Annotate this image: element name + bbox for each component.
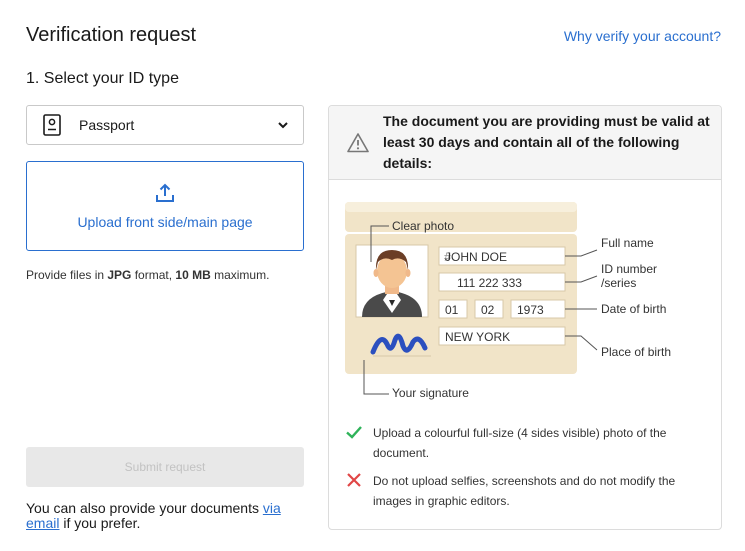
submit-request-button[interactable]: Submit request	[26, 447, 304, 487]
id-type-select[interactable]: Passport	[26, 105, 304, 145]
card-name-value: JOHN DOE	[445, 250, 508, 264]
label-id-series: /series	[601, 276, 637, 290]
upload-label: Upload front side/main page	[77, 214, 253, 230]
email-alternative-text: You can also provide your documents via …	[26, 500, 281, 531]
chevron-down-icon	[277, 119, 289, 131]
page-title: Verification request	[26, 24, 197, 46]
file-requirements-hint: Provide files in JPG format, 10 MB maxim…	[26, 268, 270, 282]
label-clear-photo: Clear photo	[392, 219, 455, 233]
upload-front-button[interactable]: Upload front side/main page	[26, 161, 304, 251]
step-title: 1. Select your ID type	[26, 70, 179, 87]
rule-dont: Do not upload selfies, screenshots and d…	[345, 471, 695, 511]
warning-icon	[347, 132, 369, 154]
id-type-selected-value: Passport	[79, 117, 135, 133]
cross-icon	[345, 471, 363, 489]
card-dob-year: 1973	[517, 303, 544, 317]
check-icon	[345, 423, 363, 441]
label-id-number: ID number	[601, 262, 658, 276]
rule-do-text: Upload a colourful full-size (4 sides vi…	[373, 426, 667, 460]
card-place-value: NEW YORK	[445, 330, 511, 344]
label-place-of-birth: Place of birth	[601, 345, 672, 359]
upload-icon	[154, 182, 176, 204]
passport-icon	[41, 114, 63, 136]
label-date-of-birth: Date of birth	[601, 302, 667, 316]
card-dob-month: 02	[481, 303, 495, 317]
requirements-panel: The document you are providing must be v…	[328, 105, 722, 530]
card-dob-day: 01	[445, 303, 459, 317]
card-id-value: 111 222 333	[457, 276, 522, 290]
id-card-illustration: # JOHN DOE 111 222 333 01 02 1973 NEW YO…	[329, 194, 721, 404]
rule-do: Upload a colourful full-size (4 sides vi…	[345, 423, 695, 463]
why-verify-link[interactable]: Why verify your account?	[564, 28, 721, 44]
requirements-heading: The document you are providing must be v…	[383, 113, 710, 171]
label-signature: Your signature	[392, 386, 469, 400]
rule-dont-text: Do not upload selfies, screenshots and d…	[373, 474, 676, 508]
label-full-name: Full name	[601, 236, 654, 250]
requirements-header: The document you are providing must be v…	[329, 106, 721, 180]
